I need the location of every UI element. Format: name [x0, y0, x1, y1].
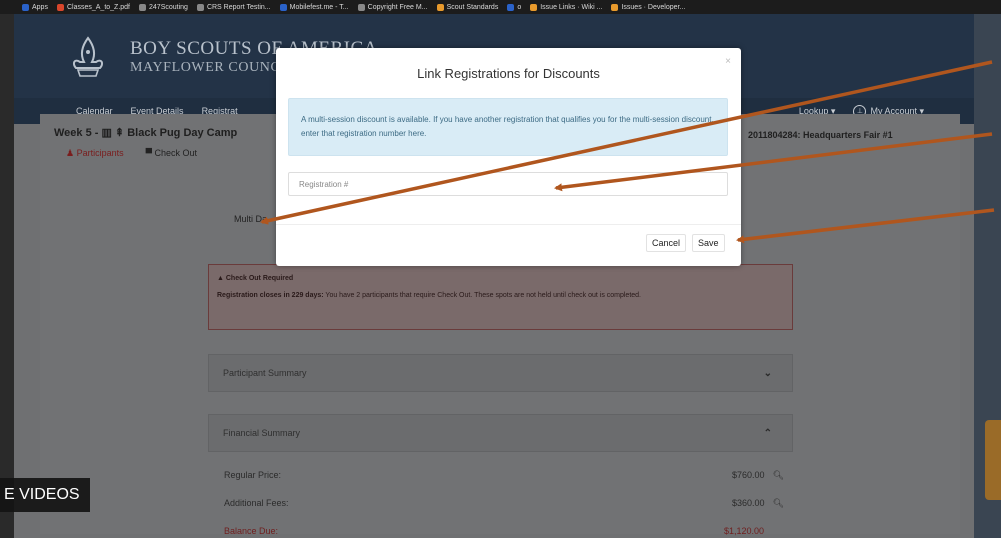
bookmark-label: Scout Standards: [446, 3, 499, 11]
registration-number-input[interactable]: [288, 172, 728, 196]
bookmark-copyright-free[interactable]: Copyright Free M...: [357, 3, 428, 11]
bookmark-label: Issue Links · Wiki ...: [540, 3, 603, 11]
bookmark-label: Copyright Free M...: [367, 3, 428, 11]
multi-day-label: Multi Da: [234, 214, 268, 224]
bookmark-icon: [279, 3, 287, 11]
bookmarks-bar: Apps Classes_A_to_Z.pdf 247Scouting CRS …: [0, 0, 1001, 14]
bookmark-label: Issues · Developer...: [621, 3, 686, 11]
warning-icon: ▲: [217, 275, 226, 282]
apps-grid-icon: [22, 3, 29, 11]
alert-body: Registration closes in 229 days: You hav…: [217, 292, 784, 299]
page-tabs: ♟ Participants ▀ Check Out: [66, 148, 197, 159]
save-button[interactable]: Save: [692, 234, 725, 252]
bookmark-issues-developer[interactable]: Issues · Developer...: [611, 3, 686, 11]
feedback-side-tab[interactable]: [985, 420, 1001, 500]
bsa-fleur-de-lis-logo[interactable]: [68, 36, 108, 80]
bookmark-mobilefest[interactable]: Mobilefest.me - T...: [279, 3, 349, 11]
regular-price-label: Regular Price:: [224, 470, 282, 480]
alert-title: ▲ Check Out Required: [217, 275, 784, 282]
participant-summary-label: Participant Summary: [223, 368, 307, 378]
balance-due-row: Balance Due: $1,120.00: [224, 526, 784, 536]
bookmark-label: o: [517, 3, 522, 11]
cancel-button[interactable]: Cancel: [646, 234, 687, 252]
pdf-icon: [56, 3, 64, 11]
regular-price-amount: $760.00: [732, 470, 765, 480]
alert-deadline: Registration closes in 229 days:: [217, 292, 324, 299]
alert-body-text: You have 2 participants that require Che…: [323, 292, 642, 299]
chevron-up-icon: ⌃: [763, 427, 772, 439]
github-icon: [196, 3, 204, 11]
regular-price-value: $760.00 🔍︎: [732, 470, 784, 481]
chevron-down-icon: ⌄: [763, 367, 772, 379]
regular-price-row: Regular Price: $760.00 🔍︎: [224, 470, 784, 481]
bookmark-icon: [139, 3, 147, 11]
zoom-icon[interactable]: 🔍︎: [773, 498, 784, 509]
council-name: MAYFLOWER COUNCIL: [130, 60, 295, 75]
additional-fees-label: Additional Fees:: [224, 498, 289, 508]
link-registrations-modal: Link Registrations for Discounts × A mul…: [276, 48, 741, 266]
financial-summary-panel[interactable]: Financial Summary ⌃: [208, 414, 793, 452]
gitlab-icon: [530, 3, 538, 11]
tab-participants-label: Participants: [76, 148, 124, 158]
bookmark-o[interactable]: o: [507, 3, 522, 11]
multi-session-info: A multi-session discount is available. I…: [288, 98, 728, 156]
bookmark-247scouting[interactable]: 247Scouting: [139, 3, 188, 11]
alert-title-text: Check Out Required: [225, 275, 294, 282]
bookmark-icon: [507, 3, 515, 11]
screen: Apps Classes_A_to_Z.pdf 247Scouting CRS …: [0, 0, 1001, 538]
financial-summary-label: Financial Summary: [223, 428, 301, 438]
bookmark-classes-pdf[interactable]: Classes_A_to_Z.pdf: [56, 3, 131, 11]
user-icon: ♟: [66, 148, 77, 158]
bookmark-apps[interactable]: Apps: [22, 3, 48, 11]
tab-participants[interactable]: ♟ Participants: [66, 148, 124, 159]
bookmark-label: Mobilefest.me - T...: [289, 3, 349, 11]
zoom-icon[interactable]: 🔍︎: [773, 470, 784, 481]
tab-checkout[interactable]: ▀ Check Out: [146, 148, 197, 159]
github-icon: [357, 3, 365, 11]
tab-checkout-label: Check Out: [154, 148, 198, 158]
modal-title: Link Registrations for Discounts: [417, 66, 600, 81]
balance-due-amount: $1,120.00: [723, 526, 764, 536]
pencil-icon: [436, 3, 444, 11]
registration-reference: 2011804284: Headquarters Fair #1: [748, 130, 893, 140]
left-background: [0, 14, 14, 538]
checkout-required-alert: ▲ Check Out Required Registration closes…: [208, 264, 793, 330]
video-overlay-caption: E VIDEOS: [0, 478, 90, 512]
balance-due-label: Balance Due:: [224, 526, 279, 536]
bookmark-scout-standards[interactable]: Scout Standards: [436, 3, 499, 11]
close-icon[interactable]: ×: [725, 56, 731, 67]
bookmark-crs-report[interactable]: CRS Report Testin...: [196, 3, 271, 11]
event-title: Week 5 - ▥ ⇞ Black Pug Day Camp: [54, 127, 238, 139]
additional-fees-amount: $360.00: [732, 498, 765, 508]
additional-fees-row: Additional Fees: $360.00 🔍︎: [224, 498, 784, 509]
bookmark-label: CRS Report Testin...: [206, 3, 271, 11]
bookmark-label: 247Scouting: [149, 3, 188, 11]
cart-icon: ▀: [145, 148, 155, 158]
bookmark-issue-links[interactable]: Issue Links · Wiki ...: [530, 3, 603, 11]
bookmark-label: Apps: [32, 3, 48, 11]
bookmark-label: Classes_A_to_Z.pdf: [66, 3, 131, 11]
additional-fees-value: $360.00 🔍︎: [732, 498, 784, 509]
gitlab-icon: [611, 3, 619, 11]
participant-summary-panel[interactable]: Participant Summary ⌄: [208, 354, 793, 392]
modal-divider: [276, 224, 741, 225]
